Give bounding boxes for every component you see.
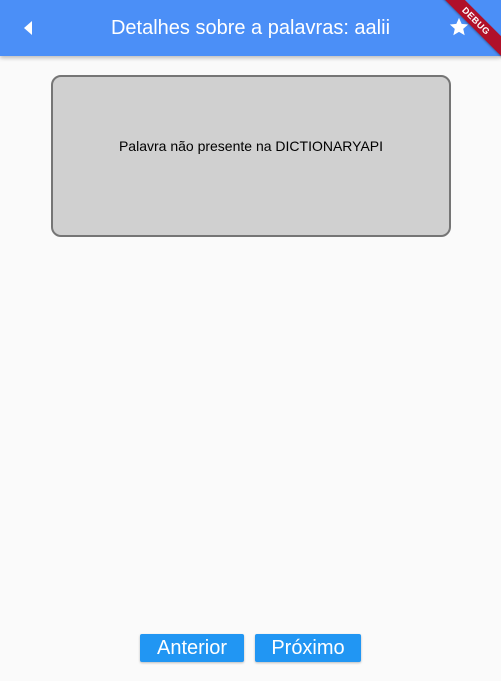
arrow-back-icon (24, 21, 32, 35)
page-title: Detalhes sobre a palavras: aalii (110, 17, 391, 39)
back-button[interactable] (12, 12, 44, 44)
app-bar: Detalhes sobre a palavras: aalii (0, 0, 501, 56)
word-details-card: Palavra não presente na DICTIONARYAPI (51, 75, 451, 237)
not-found-message: Palavra não presente na DICTIONARYAPI (118, 138, 384, 154)
next-button[interactable]: Próximo (255, 634, 361, 662)
previous-button[interactable]: Anterior (140, 634, 244, 662)
